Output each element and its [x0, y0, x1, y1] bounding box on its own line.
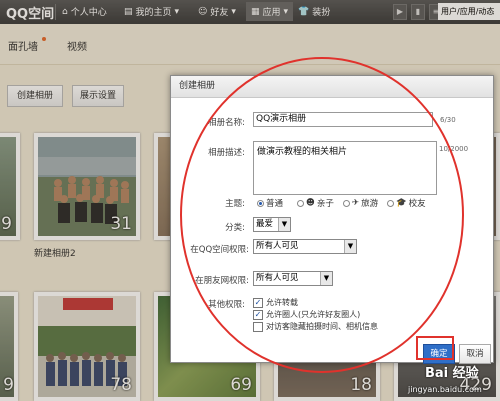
baidu-watermark-logo: Bai 经验 [425, 366, 479, 381]
watermark-url: jingyan.baidu.com [408, 385, 482, 394]
red-box-annotation [416, 336, 454, 360]
annotation-layer [180, 57, 464, 373]
red-circle-annotation [180, 57, 464, 373]
